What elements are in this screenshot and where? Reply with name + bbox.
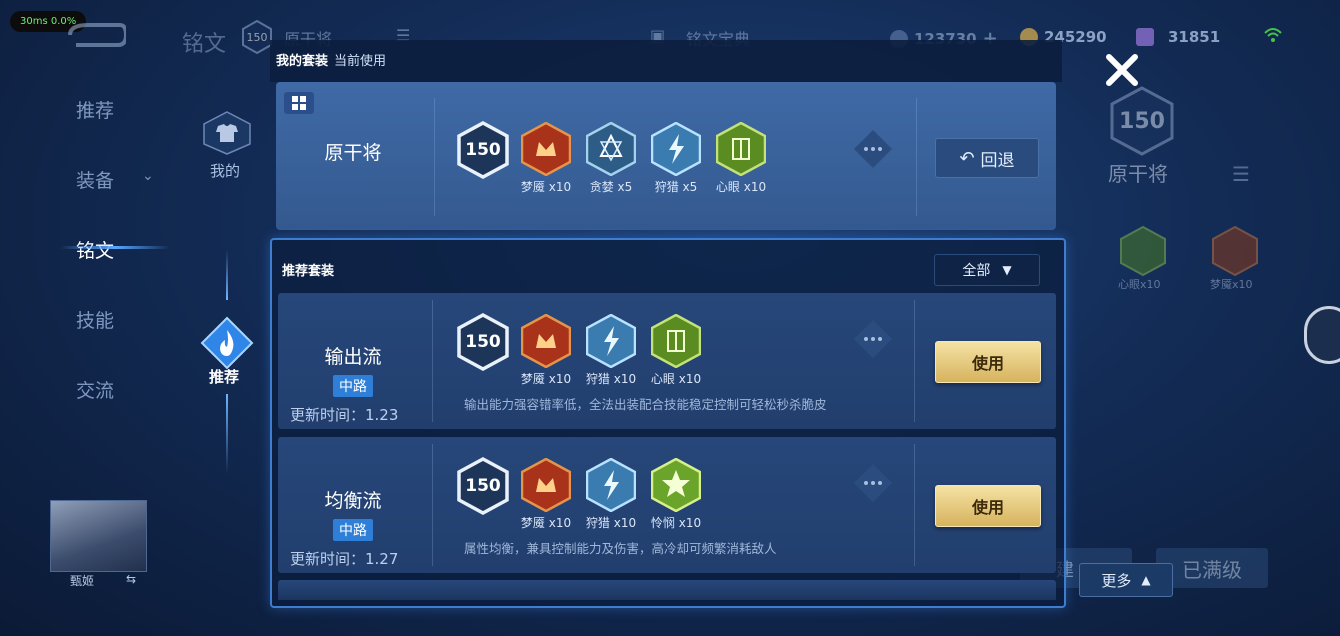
- tab-line-bottom: [226, 394, 228, 474]
- nav-active-indicator: [60, 246, 170, 249]
- recommended-set-row-partial: [278, 580, 1056, 600]
- divider: [434, 98, 435, 216]
- nav-community[interactable]: 交流: [76, 376, 114, 403]
- nav-equipment[interactable]: 装备: [76, 166, 114, 193]
- rune-item[interactable]: 狩猎 x5: [646, 122, 706, 195]
- right-rune-label-1: 心眼x10: [1118, 278, 1161, 291]
- rune-item[interactable]: 梦魇 x10: [516, 314, 576, 387]
- gem-icon: [1136, 28, 1154, 46]
- rune-item[interactable]: 贪婪 x5: [581, 122, 641, 195]
- divider: [916, 98, 917, 216]
- my-set-name: 原干将: [324, 142, 382, 164]
- rune-list: 梦魇 x10 狩猎 x10 心眼 x10: [516, 314, 706, 387]
- divider: [914, 444, 915, 566]
- green-rune-icon: [716, 122, 766, 176]
- blue-lightning-rune-icon: [586, 314, 636, 368]
- filter-dropdown[interactable]: 全部 ▼: [934, 254, 1040, 286]
- right-set-name: 原干将: [1108, 162, 1168, 186]
- resource-gem: 31851: [1136, 28, 1220, 46]
- rune-item[interactable]: 梦魇 x10: [516, 122, 576, 195]
- set-level-badge: 150: [457, 313, 509, 371]
- rune-item[interactable]: 梦魇 x10: [516, 458, 576, 531]
- back-arrow-icon[interactable]: [62, 22, 129, 52]
- set-level-badge: 150: [457, 457, 509, 515]
- right-level-badge: 150: [1110, 86, 1174, 156]
- lane-badge: 中路: [333, 375, 373, 397]
- my-sets-heading: 我的套装 当前使用: [276, 54, 387, 69]
- revert-button[interactable]: ↶ 回退: [935, 138, 1039, 178]
- my-rune-list: 梦魇 x10 贪婪 x5 狩猎 x5 心眼 x10: [516, 122, 771, 195]
- right-red-rune-icon: [1212, 225, 1258, 280]
- hero-name: 甄姬: [70, 574, 95, 588]
- green-rune-icon: [651, 314, 701, 368]
- divider: [432, 444, 433, 566]
- set-name: 均衡流: [324, 490, 382, 512]
- more-options-icon[interactable]: [852, 462, 894, 508]
- green-star-rune-icon: [651, 458, 701, 512]
- chevron-up-icon: ▲: [1141, 573, 1151, 587]
- set-name: 输出流: [324, 346, 382, 368]
- more-options-icon[interactable]: [852, 128, 894, 174]
- page-title: 铭文: [182, 32, 227, 57]
- rune-item[interactable]: 心眼 x10: [711, 122, 771, 195]
- nav-recommend[interactable]: 推荐: [76, 96, 114, 123]
- right-rune-label-2: 梦魇x10: [1210, 278, 1253, 291]
- tab-line-top: [226, 250, 228, 300]
- set-description: 输出能力强容错率低，全法出装配合技能稳定控制可轻松秒杀脆皮: [464, 397, 827, 412]
- right-green-rune-icon: [1120, 225, 1166, 280]
- chevron-down-icon[interactable]: ⌄: [142, 168, 154, 184]
- current-use-label: 当前使用: [334, 54, 387, 69]
- update-time: 更新时间：1.27: [290, 550, 399, 568]
- red-rune-icon: [521, 122, 571, 176]
- blue-lightning-rune-icon: [586, 458, 636, 512]
- use-button[interactable]: 使用: [935, 485, 1041, 527]
- chevron-down-icon: ▼: [1002, 263, 1012, 277]
- more-button[interactable]: 更多 ▲: [1079, 563, 1173, 597]
- more-options-icon[interactable]: [852, 318, 894, 364]
- grid-icon[interactable]: [284, 92, 314, 114]
- divider: [914, 300, 915, 422]
- rune-item[interactable]: 心眼 x10: [646, 314, 706, 387]
- swap-icon[interactable]: ⇆: [126, 572, 136, 586]
- hero-avatar[interactable]: [50, 500, 147, 572]
- header-level-badge: 150: [242, 20, 272, 54]
- undo-icon: ↶: [959, 147, 975, 169]
- panel-top-bar: [270, 40, 1062, 82]
- rune-list: 梦魇 x10 狩猎 x10 怜悯 x10: [516, 458, 706, 531]
- lane-badge: 中路: [333, 519, 373, 541]
- recommended-heading: 推荐套装: [282, 264, 335, 279]
- blue-star-rune-icon: [586, 122, 636, 176]
- blue-lightning-rune-icon: [651, 122, 701, 176]
- rune-item[interactable]: 狩猎 x10: [581, 314, 641, 387]
- nav-skills[interactable]: 技能: [76, 306, 114, 333]
- update-time: 更新时间：1.23: [290, 406, 399, 424]
- use-button[interactable]: 使用: [935, 341, 1041, 383]
- tab-mine[interactable]: 我的: [210, 160, 240, 181]
- side-gear-icon[interactable]: [1304, 306, 1340, 364]
- rune-item[interactable]: 怜悯 x10: [646, 458, 706, 531]
- set-description: 属性均衡，兼具控制能力及伤害，高冷却可频繁消耗敌人: [464, 541, 777, 556]
- red-rune-icon: [521, 458, 571, 512]
- divider: [432, 300, 433, 422]
- rune-item[interactable]: 狩猎 x10: [581, 458, 641, 531]
- nav-inscription[interactable]: 铭文: [76, 236, 114, 263]
- wifi-icon: [1262, 24, 1284, 46]
- tab-mine-icon[interactable]: [200, 110, 254, 160]
- tab-recommend[interactable]: 推荐: [209, 366, 239, 387]
- right-menu-icon[interactable]: ☰: [1232, 162, 1250, 186]
- red-rune-icon: [521, 314, 571, 368]
- my-set-level-badge: 150: [457, 121, 509, 179]
